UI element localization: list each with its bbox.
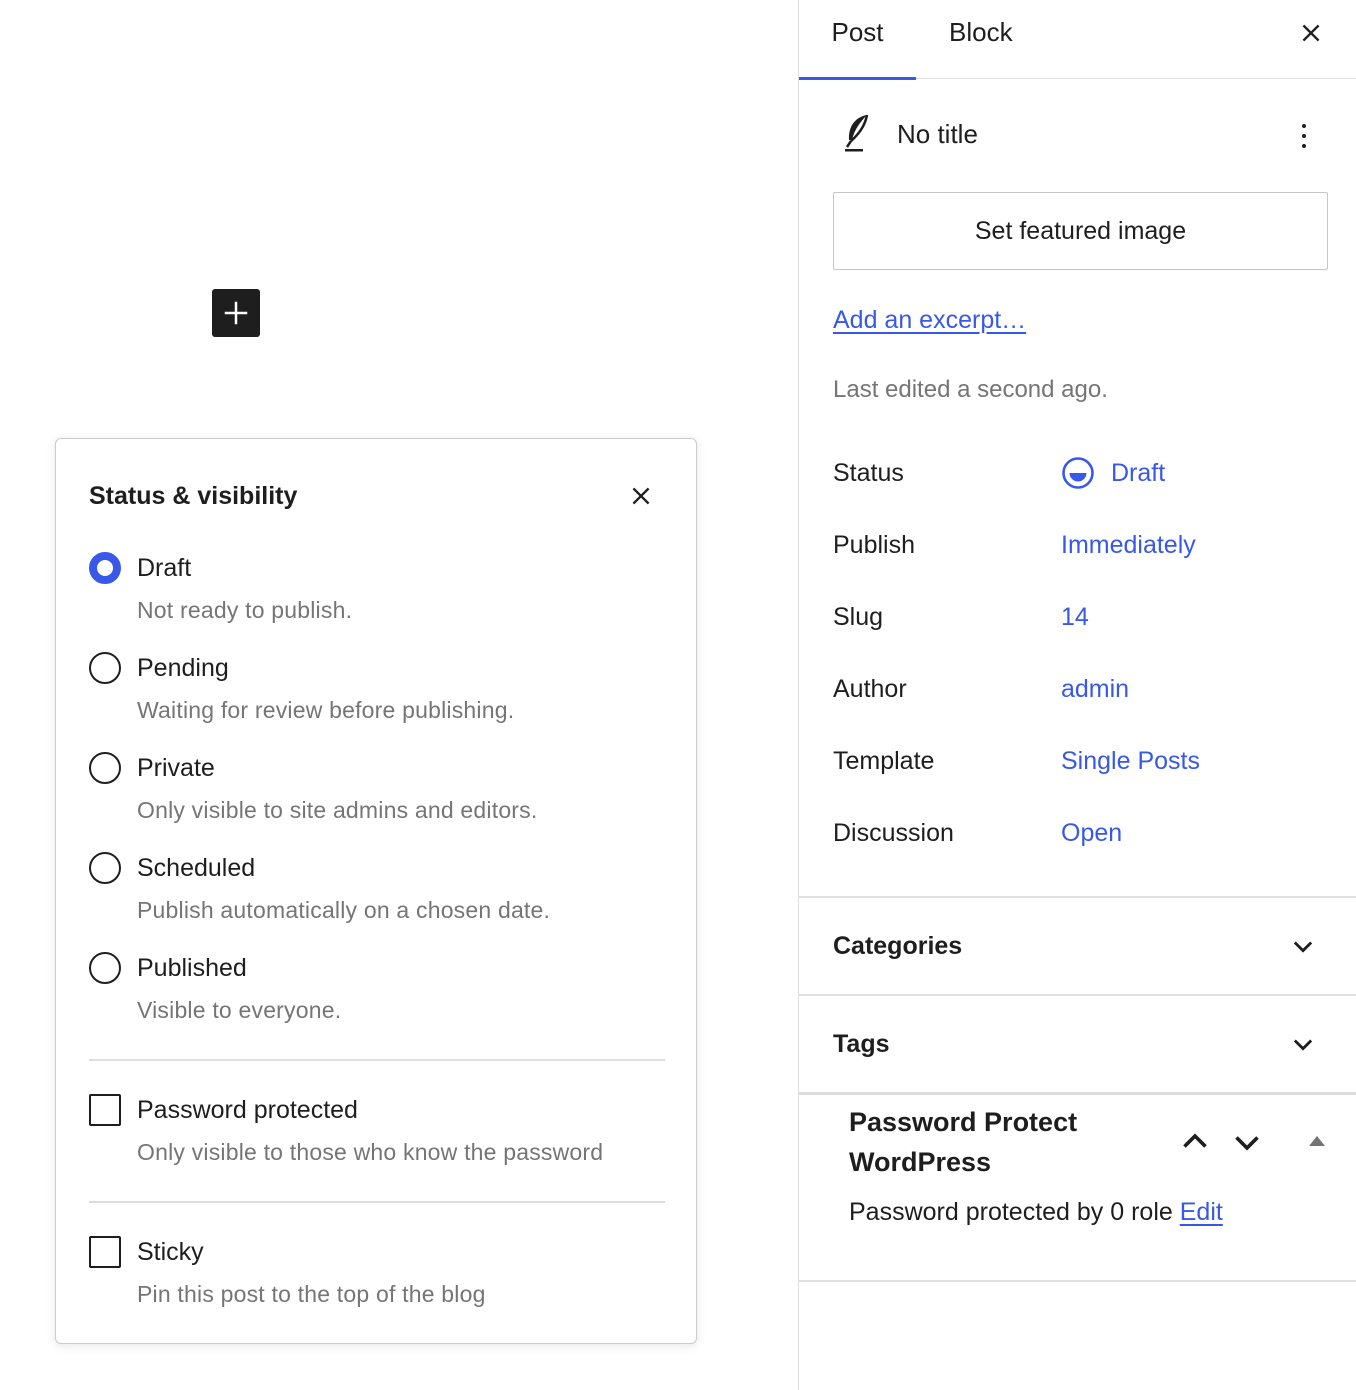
option-label: Password protected: [137, 1096, 358, 1124]
option-help: Pin this post to the top of the blog: [137, 1281, 486, 1307]
slug-button[interactable]: 14: [1061, 597, 1089, 637]
close-sidebar-button[interactable]: [1294, 16, 1328, 50]
panel-title: Tags: [833, 1030, 890, 1058]
draft-status-icon: [1062, 457, 1094, 489]
meta-label: Template: [833, 747, 935, 775]
meta-row-slug: Slug 14: [833, 597, 1333, 637]
meta-label: Status: [833, 459, 904, 487]
tab-post[interactable]: Post: [799, 0, 916, 80]
option-label: Pending: [137, 654, 229, 682]
password-protected-checkbox[interactable]: [89, 1094, 121, 1126]
option-help: Only visible to those who know the passw…: [137, 1139, 604, 1165]
meta-label: Discussion: [833, 819, 954, 847]
published-radio[interactable]: [89, 952, 121, 984]
private-radio[interactable]: [89, 752, 121, 784]
chevron-down-icon[interactable]: [1229, 1124, 1265, 1160]
kebab-dot: [1302, 134, 1306, 138]
status-visibility-popover: Status & visibility Draft Not ready to p…: [55, 438, 697, 1344]
meta-row-status: Status Draft: [833, 453, 1333, 493]
draft-radio[interactable]: [89, 552, 121, 584]
publish-date-button[interactable]: Immediately: [1061, 525, 1196, 565]
chevron-down-icon: [1293, 941, 1313, 953]
option-help: Not ready to publish.: [137, 597, 353, 623]
option-label: Published: [137, 954, 247, 982]
divider: [799, 1280, 1356, 1282]
password-role-text: Password protected by 0 role: [849, 1198, 1173, 1226]
block-inserter-button[interactable]: [212, 289, 260, 337]
kebab-dot: [1302, 144, 1306, 148]
template-button[interactable]: Single Posts: [1061, 741, 1200, 781]
tags-panel-toggle[interactable]: Tags: [799, 996, 1356, 1092]
status-draft-button[interactable]: Draft: [1061, 453, 1165, 493]
option-label: Private: [137, 754, 215, 782]
meta-label: Author: [833, 675, 907, 703]
chevron-up-icon[interactable]: [1177, 1124, 1213, 1160]
edit-link[interactable]: Edit: [1180, 1198, 1223, 1226]
meta-value: Draft: [1111, 459, 1166, 487]
option-label: Scheduled: [137, 854, 256, 882]
settings-sidebar: Post Block No title Set featured image A…: [798, 0, 1356, 1390]
set-featured-image-button[interactable]: Set featured image: [833, 192, 1328, 270]
plugin-panel-text: Password protected by 0 role Edit: [849, 1198, 1223, 1227]
divider: [89, 1059, 665, 1061]
meta-label: Slug: [833, 603, 884, 631]
popover-title: Status & visibility: [89, 482, 298, 510]
option-label: Sticky: [137, 1238, 204, 1266]
kebab-dot: [1302, 124, 1306, 128]
quill-icon: [845, 114, 869, 152]
option-help: Publish automatically on a chosen date.: [137, 897, 551, 923]
option-help: Waiting for review before publishing.: [137, 697, 515, 723]
meta-row-author: Author admin: [833, 669, 1333, 709]
panel-title: Categories: [833, 932, 963, 960]
categories-panel-toggle[interactable]: Categories: [799, 898, 1356, 994]
sidebar-tabs: Post Block: [799, 0, 1356, 80]
popover-close-button[interactable]: [624, 479, 658, 513]
tab-block[interactable]: Block: [949, 0, 1013, 79]
close-icon: [632, 487, 650, 505]
plus-icon: [224, 301, 248, 325]
editor-canvas: Status & visibility Draft Not ready to p…: [0, 0, 798, 1390]
last-edited-text: Last edited a second ago.: [833, 376, 1108, 403]
divider: [89, 1201, 665, 1203]
meta-row-discussion: Discussion Open: [833, 813, 1333, 853]
option-label: Draft: [137, 554, 192, 582]
option-help: Only visible to site admins and editors.: [137, 797, 538, 823]
plugin-panel-title: Password Protect WordPress: [849, 1107, 1078, 1177]
meta-row-template: Template Single Posts: [833, 741, 1333, 781]
meta-label: Publish: [833, 531, 915, 559]
author-button[interactable]: admin: [1061, 669, 1129, 709]
post-options-button[interactable]: [1291, 116, 1317, 156]
meta-row-publish: Publish Immediately: [833, 525, 1333, 565]
pending-radio[interactable]: [89, 652, 121, 684]
discussion-button[interactable]: Open: [1061, 813, 1122, 853]
scheduled-radio[interactable]: [89, 852, 121, 884]
add-excerpt-link[interactable]: Add an excerpt…: [833, 306, 1026, 335]
divider: [799, 1092, 1356, 1095]
option-help: Visible to everyone.: [137, 997, 342, 1023]
post-title: No title: [897, 119, 978, 149]
triangle-up-icon[interactable]: [1305, 1130, 1329, 1150]
chevron-down-icon: [1293, 1039, 1313, 1051]
sticky-checkbox[interactable]: [89, 1236, 121, 1268]
close-icon: [1302, 24, 1320, 42]
